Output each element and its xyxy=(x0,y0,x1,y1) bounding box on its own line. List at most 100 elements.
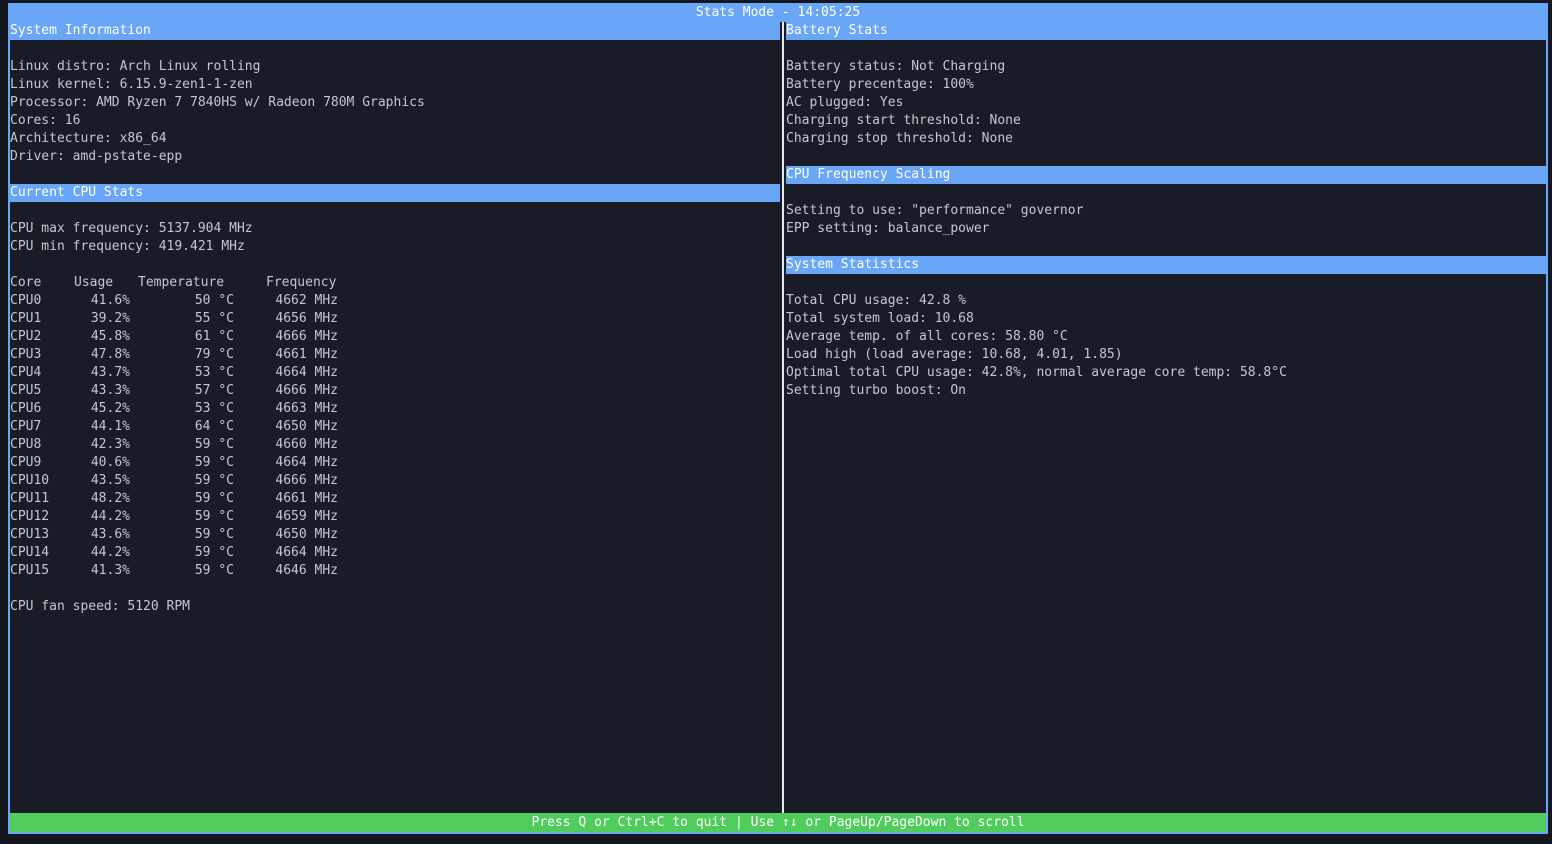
cpu-table: Core Usage Temperature Frequency CPU0 41.… xyxy=(10,274,780,580)
cpu-temp-cell: 59 °C xyxy=(194,545,234,560)
cpu-table-row: CPU15 41.3% 59 °C 4646 MHz xyxy=(10,562,780,580)
cpu-core-cell: CPU9 xyxy=(10,455,42,470)
cpu-temp-cell: 53 °C xyxy=(194,401,234,416)
cpu-freq-cell: 4664 MHz xyxy=(275,365,338,380)
cpu-usage-cell: 45.8% xyxy=(90,329,130,344)
cpu-temp-cell: 59 °C xyxy=(194,563,234,578)
cpu-core-cell: CPU11 xyxy=(10,491,50,506)
cpu-temp-cell: 59 °C xyxy=(194,527,234,542)
cpu-table-row: CPU11 48.2% 59 °C 4661 MHz xyxy=(10,490,780,508)
statistics-line: Average temp. of all cores: 58.80 °C xyxy=(786,329,1068,344)
cpu-core-cell: CPU3 xyxy=(10,347,42,362)
system-info-line: Linux distro: Arch Linux rolling xyxy=(10,59,261,74)
column-temperature: Temperature xyxy=(138,275,225,290)
cpu-table-row: CPU4 43.7% 53 °C 4664 MHz xyxy=(10,364,780,382)
cpu-usage-cell: 43.7% xyxy=(90,365,130,380)
cpu-temp-cell: 59 °C xyxy=(194,509,234,524)
cpu-core-cell: CPU0 xyxy=(10,293,42,308)
scaling-line: Setting to use: "performance" governor xyxy=(786,203,1084,218)
cpu-core-cell: CPU10 xyxy=(10,473,50,488)
cpu-table-row: CPU9 40.6% 59 °C 4664 MHz xyxy=(10,454,780,472)
help-bar: Press Q or Ctrl+C to quit | Use ↑↓ or Pa… xyxy=(10,813,1546,832)
terminal-window: Stats Mode - 14:05:25 System Information… xyxy=(8,3,1548,834)
cpu-usage-cell: 44.2% xyxy=(90,545,130,560)
scaling-line: EPP setting: balance_power xyxy=(786,221,990,236)
cpu-freq-cell: 4662 MHz xyxy=(275,293,338,308)
statistics-header: System Statistics xyxy=(786,256,1546,274)
cpu-freq-cell: 4650 MHz xyxy=(275,527,338,542)
cpu-table-header: Core Usage Temperature Frequency xyxy=(10,274,780,292)
cpu-table-row: CPU7 44.1% 64 °C 4650 MHz xyxy=(10,418,780,436)
statistics-line: Optimal total CPU usage: 42.8%, normal a… xyxy=(786,365,1287,380)
system-info-line: Architecture: x86_64 xyxy=(10,131,167,146)
cpu-core-cell: CPU12 xyxy=(10,509,50,524)
cpu-freq-cell: 4660 MHz xyxy=(275,437,338,452)
cpu-temp-cell: 53 °C xyxy=(194,365,234,380)
column-core: Core xyxy=(10,275,42,290)
system-info-line: Linux kernel: 6.15.9-zen1-1-zen xyxy=(10,77,253,92)
cpu-core-cell: CPU15 xyxy=(10,563,50,578)
cpu-max-frequency: CPU max frequency: 5137.904 MHz xyxy=(10,221,253,236)
battery-line: AC plugged: Yes xyxy=(786,95,904,110)
battery-header: Battery Stats xyxy=(786,22,1546,40)
cpu-table-row: CPU12 44.2% 59 °C 4659 MHz xyxy=(10,508,780,526)
battery-line: Charging start threshold: None xyxy=(786,113,1021,128)
cpu-temp-cell: 55 °C xyxy=(194,311,234,326)
cpu-table-row: CPU3 47.8% 79 °C 4661 MHz xyxy=(10,346,780,364)
cpu-core-cell: CPU6 xyxy=(10,401,42,416)
cpu-usage-cell: 43.5% xyxy=(90,473,130,488)
scaling-header: CPU Frequency Scaling xyxy=(786,166,1546,184)
cpu-table-row: CPU14 44.2% 59 °C 4664 MHz xyxy=(10,544,780,562)
battery-line: Charging stop threshold: None xyxy=(786,131,1013,146)
cpu-core-cell: CPU13 xyxy=(10,527,50,542)
column-usage: Usage xyxy=(74,275,114,290)
window-title: Stats Mode - 14:05:25 xyxy=(10,3,1546,22)
cpu-core-cell: CPU1 xyxy=(10,311,42,326)
statistics-line: Setting turbo boost: On xyxy=(786,383,967,398)
system-info-line: Processor: AMD Ryzen 7 7840HS w/ Radeon … xyxy=(10,95,425,110)
cpu-table-row: CPU6 45.2% 53 °C 4663 MHz xyxy=(10,400,780,418)
cpu-temp-cell: 59 °C xyxy=(194,473,234,488)
battery-line: Battery status: Not Charging xyxy=(786,59,1006,74)
right-pane[interactable]: Battery Stats Battery status: Not Chargi… xyxy=(786,22,1546,813)
system-info-line: Driver: amd-pstate-epp xyxy=(10,149,183,164)
cpu-stats-header: Current CPU Stats xyxy=(10,184,780,202)
cpu-table-row: CPU13 43.6% 59 °C 4650 MHz xyxy=(10,526,780,544)
cpu-temp-cell: 50 °C xyxy=(194,293,234,308)
cpu-table-row: CPU8 42.3% 59 °C 4660 MHz xyxy=(10,436,780,454)
cpu-freq-cell: 4666 MHz xyxy=(275,329,338,344)
cpu-core-cell: CPU2 xyxy=(10,329,42,344)
cpu-freq-cell: 4664 MHz xyxy=(275,455,338,470)
cpu-min-frequency: CPU min frequency: 419.421 MHz xyxy=(10,239,245,254)
cpu-temp-cell: 59 °C xyxy=(194,491,234,506)
cpu-usage-cell: 41.3% xyxy=(90,563,130,578)
cpu-usage-cell: 44.2% xyxy=(90,509,130,524)
cpu-freq-cell: 4663 MHz xyxy=(275,401,338,416)
cpu-freq-cell: 4664 MHz xyxy=(275,545,338,560)
cpu-table-row: CPU2 45.8% 61 °C 4666 MHz xyxy=(10,328,780,346)
pane-divider xyxy=(782,22,784,813)
cpu-table-row: CPU5 43.3% 57 °C 4666 MHz xyxy=(10,382,780,400)
battery-line: Battery precentage: 100% xyxy=(786,77,974,92)
cpu-temp-cell: 64 °C xyxy=(194,419,234,434)
cpu-table-body: CPU0 41.6% 50 °C 4662 MHz CPU1 39.2% 55 °C 4656… xyxy=(10,292,780,580)
cpu-temp-cell: 59 °C xyxy=(194,455,234,470)
left-pane[interactable]: System Information Linux distro: Arch Li… xyxy=(10,22,780,813)
cpu-freq-cell: 4661 MHz xyxy=(275,347,338,362)
cpu-temp-cell: 61 °C xyxy=(194,329,234,344)
cpu-usage-cell: 40.6% xyxy=(90,455,130,470)
cpu-usage-cell: 43.3% xyxy=(90,383,130,398)
cpu-freq-cell: 4666 MHz xyxy=(275,383,338,398)
statistics-line: Load high (load average: 10.68, 4.01, 1.… xyxy=(786,347,1123,362)
cpu-usage-cell: 47.8% xyxy=(90,347,130,362)
cpu-usage-cell: 39.2% xyxy=(90,311,130,326)
cpu-freq-cell: 4656 MHz xyxy=(275,311,338,326)
cpu-freq-cell: 4650 MHz xyxy=(275,419,338,434)
statistics-line: Total system load: 10.68 xyxy=(786,311,974,326)
cpu-freq-cell: 4646 MHz xyxy=(275,563,338,578)
system-info-list: Linux distro: Arch Linux rolling Linux k… xyxy=(10,58,780,166)
cpu-core-cell: CPU4 xyxy=(10,365,42,380)
system-info-header: System Information xyxy=(10,22,780,40)
cpu-table-row: CPU0 41.6% 50 °C 4662 MHz xyxy=(10,292,780,310)
cpu-usage-cell: 45.2% xyxy=(90,401,130,416)
